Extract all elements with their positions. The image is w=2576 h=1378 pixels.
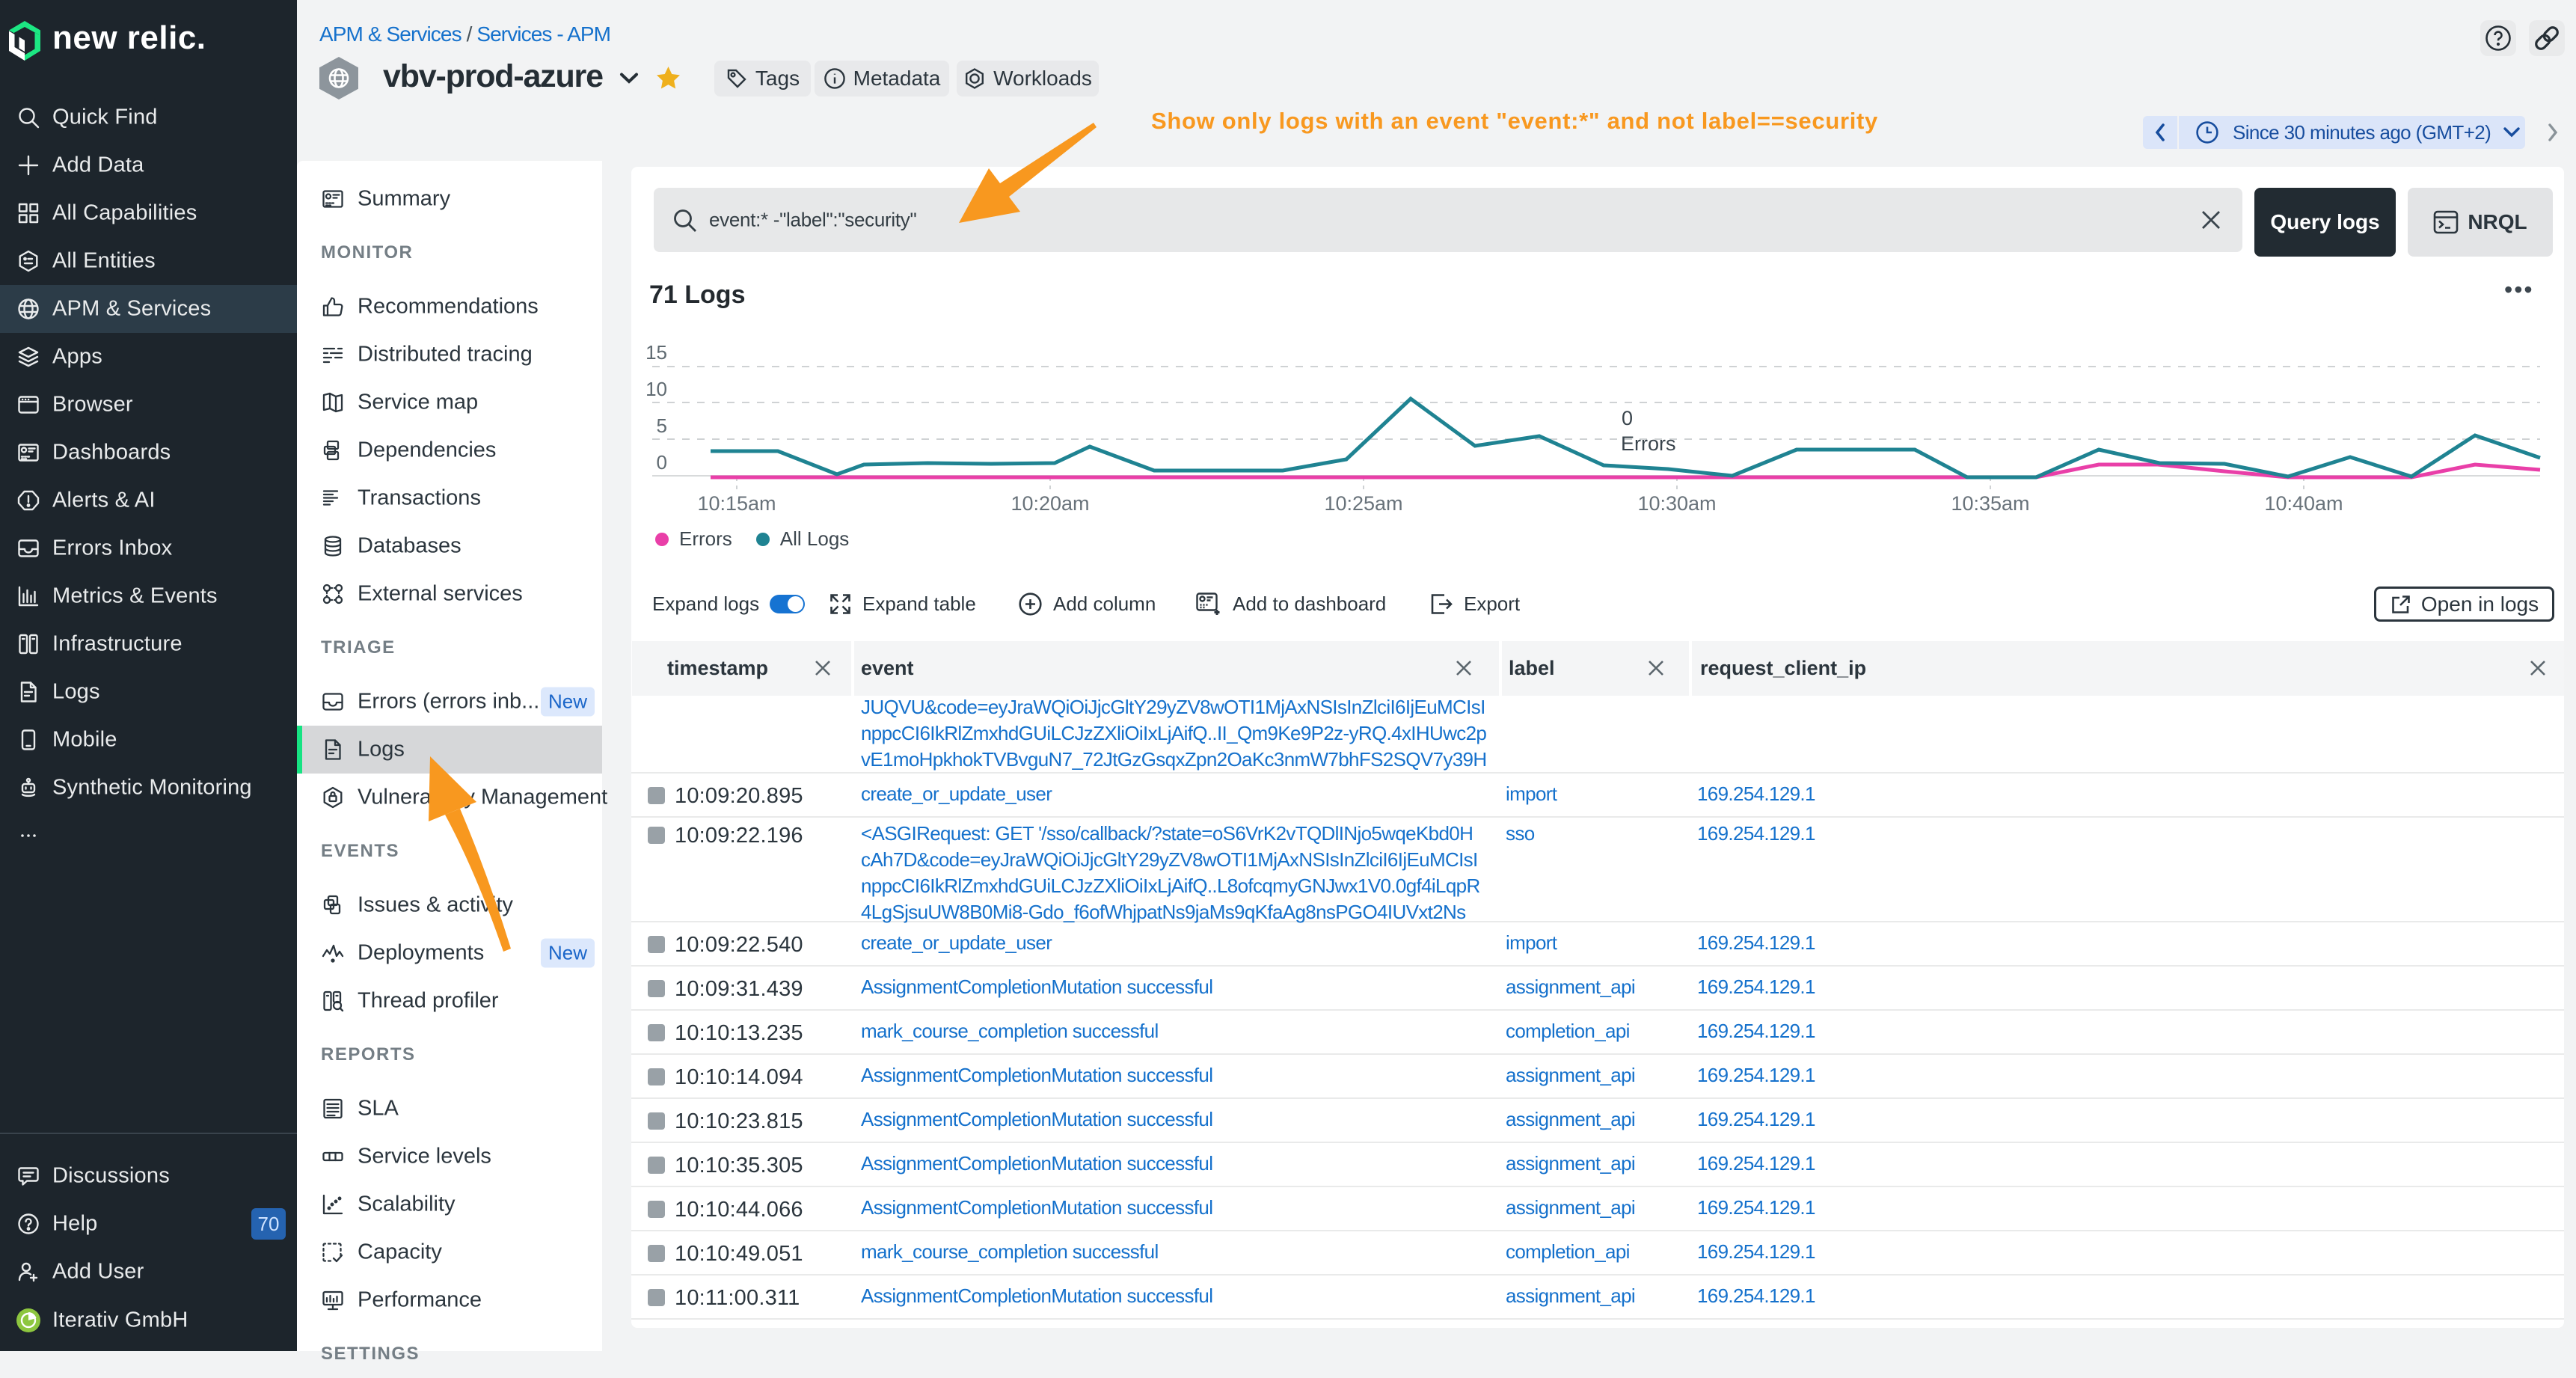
svg-text:10:30am: 10:30am <box>1637 492 1716 515</box>
svg-text:Errors: Errors <box>1621 432 1676 455</box>
svg-text:0: 0 <box>657 451 667 474</box>
svg-text:0: 0 <box>1622 407 1633 429</box>
svg-text:5: 5 <box>657 414 667 437</box>
svg-text:10:15am: 10:15am <box>697 492 776 515</box>
svg-text:15: 15 <box>645 341 667 364</box>
svg-text:10:40am: 10:40am <box>2264 492 2343 515</box>
svg-text:10: 10 <box>645 378 667 400</box>
svg-text:10:25am: 10:25am <box>1324 492 1402 515</box>
svg-text:10:20am: 10:20am <box>1011 492 1089 515</box>
svg-text:10:35am: 10:35am <box>1951 492 2029 515</box>
